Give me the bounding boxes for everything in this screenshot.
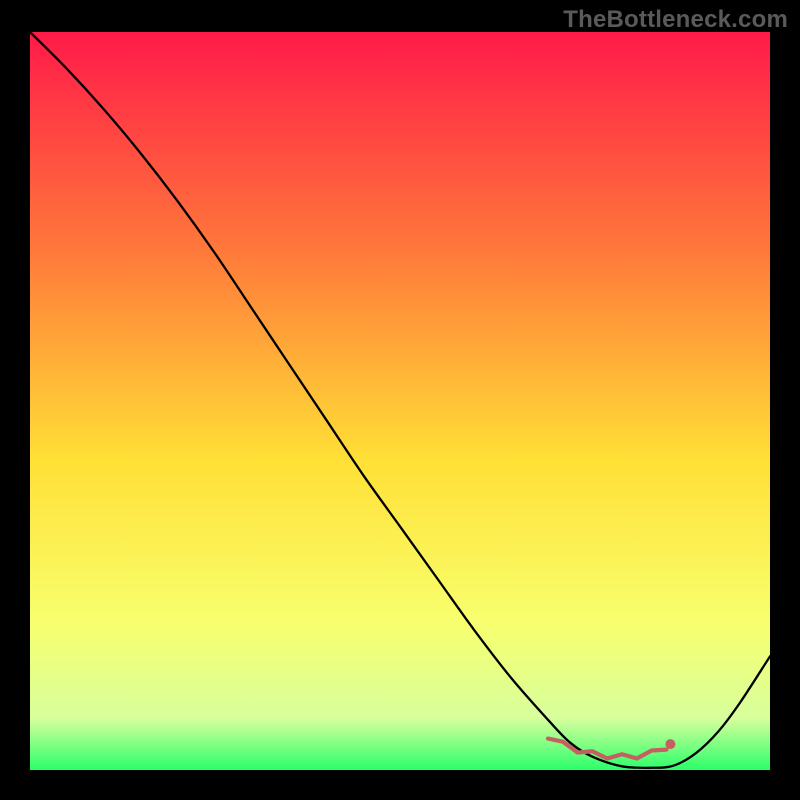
watermark-text: TheBottleneck.com [563,6,788,34]
chart-stage: TheBottleneck.com [0,0,800,800]
highlight-end-dot [665,739,675,749]
bottleneck-chart [0,0,800,800]
plot-gradient-background [30,32,770,770]
